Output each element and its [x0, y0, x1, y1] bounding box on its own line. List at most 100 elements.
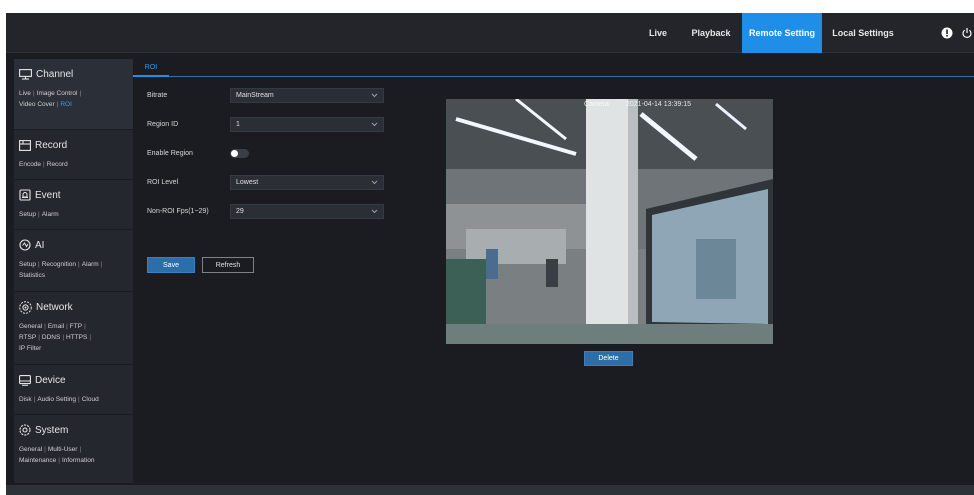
non-roi-fps-label: Non-ROI Fps(1~29)	[147, 207, 209, 215]
region-id-value: 1	[236, 120, 240, 128]
sidebar-links-device: Disk | Audio Setting | Cloud	[19, 396, 99, 403]
channel-icon	[19, 68, 32, 80]
link-https[interactable]: HTTPS	[66, 334, 87, 341]
sidebar-head-channel[interactable]: Channel	[19, 66, 128, 82]
link-encode[interactable]: Encode	[19, 161, 41, 168]
link-cloud[interactable]: Cloud	[82, 396, 99, 403]
link-ftp[interactable]: FTP	[70, 323, 82, 330]
region-id-label: Region ID	[147, 120, 179, 128]
sidebar-section-system: System General | Multi-User | Maintenance | I…	[14, 415, 133, 483]
nav-playback[interactable]: Playback	[680, 13, 742, 53]
video-preview[interactable]: Camera 2021-04-14 13:39:15	[446, 99, 773, 344]
top-nav: Live Playback Remote Setting Local Setti…	[636, 13, 904, 53]
bitrate-select[interactable]: MainStream	[230, 87, 384, 103]
main-panel: ROI Bitrate MainStream Region ID 1 Enabl…	[133, 59, 974, 483]
link-event-setup[interactable]: Setup	[19, 211, 36, 218]
delete-button[interactable]: Delete	[584, 351, 633, 366]
sidebar-links-event: Setup | Alarm	[19, 211, 59, 218]
system-icon	[19, 424, 31, 436]
chevron-down-icon	[371, 93, 378, 97]
sidebar-title-ai: AI	[35, 239, 45, 251]
row-region-id: Region ID 1	[147, 116, 397, 132]
device-icon	[19, 374, 31, 386]
sidebar-section-network: Network General | Email | FTP | RTSP | DDNS | HTT…	[14, 292, 133, 365]
sidebar-title-system: System	[35, 424, 69, 436]
sidebar-title-device: Device	[35, 374, 66, 386]
sidebar-title-record: Record	[35, 139, 68, 151]
camera-label: Camera	[584, 101, 609, 108]
sidebar-links-system: General | Multi-User | Maintenance | Informat…	[19, 446, 95, 464]
link-live[interactable]: Live	[19, 90, 31, 97]
save-button[interactable]: Save	[147, 257, 195, 273]
video-timestamp: 2021-04-14 13:39:15	[626, 101, 691, 108]
camera-scene	[446, 99, 773, 344]
info-icon[interactable]	[940, 26, 954, 40]
sidebar-head-device[interactable]: Device	[19, 372, 128, 388]
link-ip-filter[interactable]: IP Filter	[19, 345, 41, 352]
network-icon	[19, 300, 32, 314]
non-roi-fps-value: 29	[236, 207, 244, 215]
sidebar-head-ai[interactable]: AI	[19, 237, 128, 253]
link-email[interactable]: Email	[48, 323, 64, 330]
sidebar-section-channel: Channel Live | Image Control | Video Cover |…	[14, 59, 133, 130]
bitrate-value: MainStream	[236, 91, 274, 99]
power-icon[interactable]	[960, 26, 974, 40]
link-record[interactable]: Record	[47, 161, 68, 168]
sidebar-section-record: Record Encode | Record	[14, 130, 133, 180]
sidebar-title-channel: Channel	[36, 68, 74, 80]
enable-region-toggle[interactable]	[230, 148, 249, 158]
sidebar-section-ai: AI Setup | Recognition | Alarm | Statistics	[14, 230, 133, 292]
sidebar-title-event: Event	[35, 189, 61, 201]
link-image-control[interactable]: Image Control	[37, 90, 78, 97]
link-maintenance[interactable]: Maintenance	[19, 457, 56, 464]
enable-region-label: Enable Region	[147, 149, 193, 157]
link-ai-setup[interactable]: Setup	[19, 261, 36, 268]
link-roi[interactable]: ROI	[60, 101, 72, 108]
chevron-down-icon	[371, 180, 378, 184]
link-event-alarm[interactable]: Alarm	[42, 211, 59, 218]
link-network-general[interactable]: General	[19, 323, 42, 330]
ai-icon	[19, 239, 31, 251]
sidebar-head-record[interactable]: Record	[19, 137, 128, 153]
sidebar-section-device: Device Disk | Audio Setting | Cloud	[14, 365, 133, 415]
link-system-general[interactable]: General	[19, 446, 42, 453]
roi-level-value: Lowest	[236, 178, 259, 186]
region-id-select[interactable]: 1	[230, 116, 384, 132]
sidebar-links-ai: Setup | Recognition | Alarm | Statistics	[19, 261, 103, 279]
link-ai-alarm[interactable]: Alarm	[82, 261, 99, 268]
link-information[interactable]: Information	[62, 457, 95, 464]
row-roi-level: ROI Level Lowest	[147, 174, 397, 190]
link-ddns[interactable]: DDNS	[42, 334, 60, 341]
link-rtsp[interactable]: RTSP	[19, 334, 36, 341]
link-disk[interactable]: Disk	[19, 396, 32, 403]
sidebar-head-event[interactable]: Event	[19, 187, 128, 203]
sidebar-links-channel: Live | Image Control | Video Cover | ROI	[19, 90, 82, 108]
sidebar-links-record: Encode | Record	[19, 161, 68, 168]
sidebar: Channel Live | Image Control | Video Cover |…	[14, 59, 133, 483]
link-multi-user[interactable]: Multi-User	[48, 446, 78, 453]
chevron-down-icon	[371, 209, 378, 213]
link-video-cover[interactable]: Video Cover	[19, 101, 55, 108]
record-icon	[19, 140, 31, 151]
top-icons	[940, 13, 974, 53]
sidebar-title-network: Network	[36, 301, 73, 313]
refresh-button[interactable]: Refresh	[202, 257, 254, 273]
link-audio-setting[interactable]: Audio Setting	[37, 396, 76, 403]
bottom-bar	[6, 485, 974, 495]
nav-local-settings[interactable]: Local Settings	[822, 13, 904, 53]
sidebar-section-event: Event Setup | Alarm	[14, 180, 133, 230]
sidebar-head-network[interactable]: Network	[19, 299, 128, 315]
link-statistics[interactable]: Statistics	[19, 272, 45, 279]
tab-roi[interactable]: ROI	[133, 59, 169, 77]
sidebar-head-system[interactable]: System	[19, 422, 128, 438]
roi-level-label: ROI Level	[147, 178, 179, 186]
bitrate-label: Bitrate	[147, 91, 168, 99]
row-bitrate: Bitrate MainStream	[147, 87, 397, 103]
link-recognition[interactable]: Recognition	[42, 261, 76, 268]
event-icon	[19, 189, 31, 201]
nav-live[interactable]: Live	[636, 13, 680, 53]
nav-remote-setting[interactable]: Remote Setting	[742, 13, 822, 53]
non-roi-fps-select[interactable]: 29	[230, 203, 384, 219]
roi-level-select[interactable]: Lowest	[230, 174, 384, 190]
chevron-down-icon	[371, 122, 378, 126]
